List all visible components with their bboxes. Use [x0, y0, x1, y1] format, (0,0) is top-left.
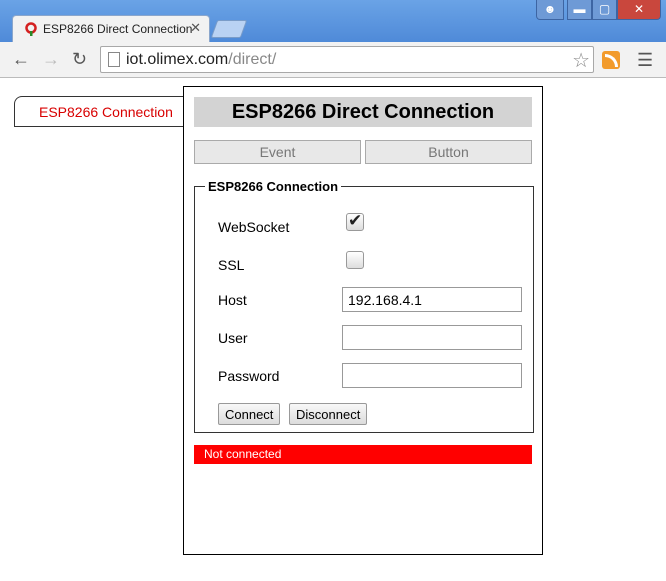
- back-icon[interactable]: ←: [12, 49, 30, 70]
- menu-icon[interactable]: ☰: [637, 50, 653, 71]
- checkmark-icon: ✔: [348, 211, 363, 230]
- websocket-checkbox[interactable]: ✔: [346, 211, 364, 231]
- host-input[interactable]: [342, 287, 522, 312]
- side-tab-label: ESP8266 Connection: [39, 104, 173, 120]
- url-text: iot.olimex.com/direct/: [126, 51, 277, 68]
- user-label: User: [218, 330, 248, 346]
- tab-title: ESP8266 Direct Connection: [43, 22, 193, 36]
- browser-titlebar: ESP8266 Direct Connection ✕ ☻ ▬ ▢ ✕: [0, 0, 666, 42]
- close-window-icon[interactable]: ✕: [617, 0, 661, 20]
- browser-tab[interactable]: ESP8266 Direct Connection ✕: [12, 15, 210, 42]
- page-icon: [108, 52, 120, 67]
- user-profile-icon[interactable]: ☻: [536, 0, 564, 20]
- host-label: Host: [218, 292, 247, 308]
- ssl-label: SSL: [218, 257, 245, 273]
- connect-button[interactable]: Connect: [218, 403, 281, 425]
- connection-legend: ESP8266 Connection: [208, 179, 339, 194]
- websocket-label: WebSocket: [218, 219, 290, 235]
- user-input[interactable]: [342, 325, 522, 350]
- new-tab-button[interactable]: [210, 20, 248, 38]
- page-title: ESP8266 Direct Connection: [194, 97, 532, 127]
- password-label: Password: [218, 368, 280, 384]
- disconnect-button[interactable]: Disconnect: [289, 403, 368, 425]
- rss-icon[interactable]: [602, 51, 620, 69]
- password-input[interactable]: [342, 363, 522, 388]
- connection-fieldset: ESP8266 Connection WebSocket ✔ SSL Host …: [194, 179, 534, 433]
- address-bar[interactable]: iot.olimex.com/direct/ ☆: [100, 46, 594, 73]
- forward-icon[interactable]: →: [42, 49, 60, 70]
- tab-event[interactable]: Event: [194, 140, 361, 164]
- side-tab-esp8266-connection[interactable]: ESP8266 Connection: [14, 96, 186, 127]
- tab-button[interactable]: Button: [365, 140, 532, 164]
- tab-close-icon[interactable]: ✕: [190, 20, 201, 36]
- olimex-favicon-icon: [25, 22, 37, 36]
- bookmark-star-icon[interactable]: ☆: [572, 48, 590, 73]
- connection-status-bar: Not connected: [194, 445, 532, 464]
- ssl-checkbox[interactable]: [346, 251, 364, 269]
- reload-icon[interactable]: ↻: [72, 49, 87, 70]
- minimize-icon[interactable]: ▬: [567, 0, 592, 20]
- browser-toolbar: ← → ↻ iot.olimex.com/direct/ ☆ ☰: [0, 42, 666, 78]
- main-panel: ESP8266 Direct Connection Event Button E…: [183, 86, 543, 555]
- maximize-icon[interactable]: ▢: [592, 0, 617, 20]
